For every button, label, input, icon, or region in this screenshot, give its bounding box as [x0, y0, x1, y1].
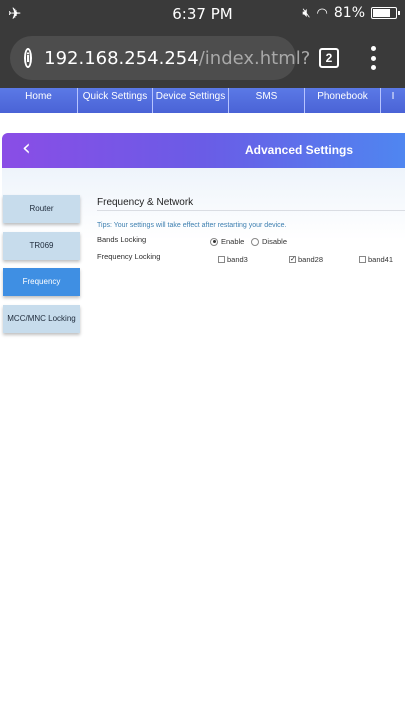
info-icon[interactable]: i: [24, 48, 33, 68]
nav-home[interactable]: Home: [0, 88, 78, 113]
band41-checkbox[interactable]: [359, 256, 366, 263]
enable-label: Enable: [221, 237, 245, 246]
url-host: 192.168.254.254: [44, 47, 199, 69]
wifi-icon: ◠: [316, 5, 328, 21]
top-nav: Home Quick Settings Device Settings SMS …: [0, 88, 405, 113]
status-bar: ✈ 6:37 PM 🔇︎ ◠ 81%: [0, 0, 405, 28]
section-divider: [97, 210, 405, 211]
nav-sms[interactable]: SMS: [229, 88, 305, 113]
side-item-frequency[interactable]: Frequency: [3, 268, 80, 296]
browser-toolbar: i 192.168.254.254/index.html? 2: [0, 28, 405, 88]
band28-label: band28: [298, 255, 324, 264]
nav-phonebook[interactable]: Phonebook: [305, 88, 381, 113]
status-right: 🔇︎ ◠ 81%: [302, 5, 400, 21]
battery-icon: [371, 7, 400, 19]
battery-fill: [373, 9, 390, 17]
tab-count-button[interactable]: 2: [319, 48, 339, 68]
advanced-settings-header: ‹ Advanced Settings: [2, 133, 405, 168]
disable-label: Disable: [262, 237, 288, 246]
side-item-mcc-mnc-locking[interactable]: MCC/MNC Locking: [3, 305, 80, 333]
address-bar[interactable]: i 192.168.254.254/index.html?: [10, 36, 310, 80]
frequency-locking-label: Frequency Locking: [97, 252, 161, 261]
page-title: Advanced Settings: [245, 143, 354, 157]
band3-label: band3: [227, 255, 248, 264]
band3-option[interactable]: band3: [218, 255, 248, 264]
bands-locking-enable-option[interactable]: Enable: [210, 237, 244, 246]
band41-option[interactable]: band41: [359, 255, 393, 264]
enable-radio[interactable]: [210, 237, 218, 246]
url-path: /index.html?: [198, 47, 311, 69]
back-chevron-icon[interactable]: ‹: [22, 138, 40, 161]
mute-icon: 🔇︎: [302, 5, 311, 21]
band28-checkbox[interactable]: ✓: [289, 256, 296, 263]
nav-device-settings[interactable]: Device Settings: [153, 88, 229, 113]
nav-quick-settings[interactable]: Quick Settings: [78, 88, 153, 113]
side-item-tr069[interactable]: TR069: [3, 232, 80, 260]
disable-radio[interactable]: [251, 237, 259, 246]
bands-locking-disable-option[interactable]: Disable: [251, 237, 287, 246]
band28-option[interactable]: ✓ band28: [289, 255, 323, 264]
band41-label: band41: [368, 255, 394, 264]
tips-text: Tips: Your settings will take effect aft…: [97, 222, 287, 229]
nav-more[interactable]: I: [381, 88, 405, 113]
section-title: Frequency & Network: [97, 197, 194, 208]
side-item-router[interactable]: Router: [3, 195, 80, 223]
more-menu-icon[interactable]: [365, 46, 381, 70]
bands-locking-label: Bands Locking: [97, 235, 147, 244]
battery-percent: 81%: [333, 5, 365, 21]
band3-checkbox[interactable]: [218, 256, 225, 263]
url-text[interactable]: 192.168.254.254/index.html?: [44, 48, 310, 69]
